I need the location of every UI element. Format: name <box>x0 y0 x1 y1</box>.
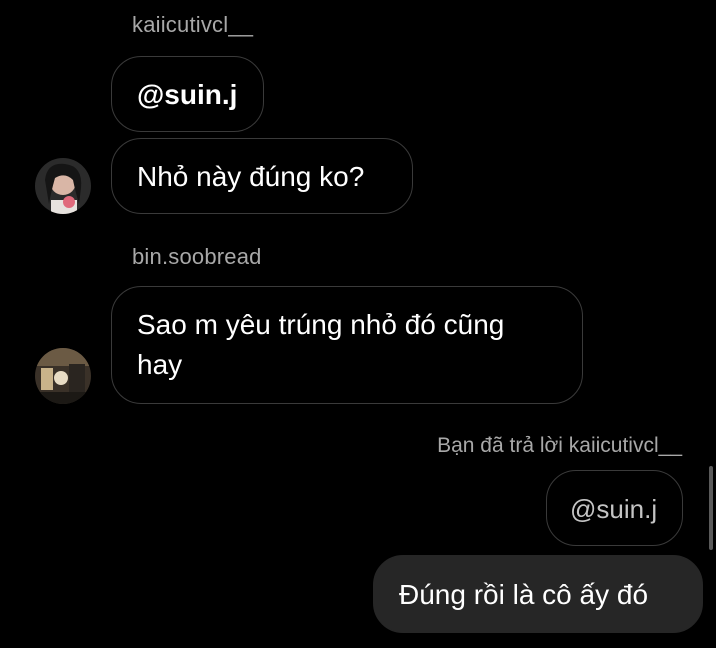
reply-status: Bạn đã trả lời kaiicutivcl__ <box>437 434 682 457</box>
sender-name[interactable]: bin.soobread <box>132 244 262 270</box>
message-text-line-2: hay <box>137 349 183 380</box>
outgoing-message-bubble[interactable]: Đúng rồi là cô ấy đó <box>373 555 703 633</box>
avatar[interactable] <box>35 158 91 214</box>
avatar-image <box>35 348 91 404</box>
message-text: Nhỏ này đúng ko? <box>137 161 365 192</box>
scrollbar[interactable] <box>709 466 713 550</box>
sender-name[interactable]: kaiicutivcl__ <box>132 12 253 38</box>
message-bubble[interactable]: Sao m yêu trúng nhỏ đó cũng hay <box>111 286 583 404</box>
message-text: Đúng rồi là cô ấy đó <box>399 579 649 610</box>
message-text-line-1: Sao m yêu trúng nhỏ đó cũng <box>137 309 505 340</box>
quoted-text: @suin.j <box>570 494 658 524</box>
mention-text[interactable]: @suin.j <box>137 75 263 115</box>
avatar-image <box>35 158 91 214</box>
quoted-reply-bubble[interactable]: @suin.j <box>546 470 683 546</box>
mention-bubble[interactable]: @suin.j <box>111 56 264 132</box>
avatar[interactable] <box>35 348 91 404</box>
message-bubble[interactable]: Nhỏ này đúng ko? <box>111 138 413 214</box>
